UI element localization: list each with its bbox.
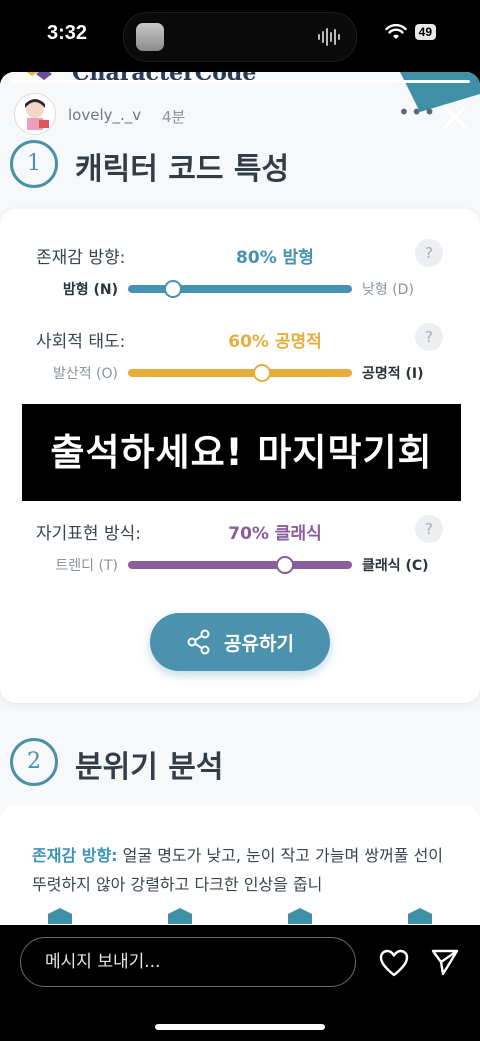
dynamic-island: [123, 12, 357, 62]
trait-left-pole: 밤형 (N): [62, 282, 118, 298]
trait-row-presence: 존재감 방향: 80% 밤형 ? 밤형 (N) 낮형 (D): [0, 239, 480, 313]
story-age: 4분: [162, 108, 186, 126]
share-button-label: 공유하기: [224, 632, 294, 655]
brand-name: CharacterCode: [72, 72, 257, 86]
overlay-banner: 출석하세요! 마지막기회: [22, 404, 461, 501]
audio-wave-icon: [318, 28, 340, 46]
slider-knob[interactable]: [163, 280, 182, 298]
more-options-icon[interactable]: •••: [398, 100, 436, 124]
share-button[interactable]: 공유하기: [150, 613, 330, 671]
reply-bar: 메시지 보내기...: [0, 925, 480, 1041]
trait-value: 70% 클래식: [228, 524, 322, 544]
trait-slider[interactable]: [128, 364, 352, 382]
trait-slider[interactable]: [128, 280, 352, 298]
analysis-key: 존재감 방향:: [32, 846, 118, 865]
heart-icon[interactable]: [379, 949, 409, 977]
trait-label: 사회적 태도:: [36, 332, 126, 352]
slider-knob[interactable]: [253, 364, 272, 382]
send-icon[interactable]: [430, 947, 460, 977]
trait-slider[interactable]: [128, 556, 352, 574]
story-progress-bar: [10, 80, 470, 83]
trait-label: 자기표현 방식:: [36, 524, 141, 544]
trait-row-social: 사회적 태도: 60% 공명적 ? 발산적 (O) 공명적 (I): [0, 323, 480, 397]
slider-knob[interactable]: [275, 556, 294, 574]
status-bar: 3:32 49: [0, 0, 480, 70]
section-number-badge: 1: [10, 140, 58, 188]
trait-value: 80% 밤형: [236, 248, 314, 268]
story-progress-fill: [10, 80, 470, 83]
trait-right-pole: 낮형 (D): [362, 282, 414, 298]
status-time: 3:32: [47, 22, 88, 44]
section-number-badge: 2: [10, 738, 58, 786]
help-icon[interactable]: ?: [415, 515, 443, 543]
decorative-hex-row: [0, 904, 480, 925]
share-icon: [187, 629, 210, 655]
site-header: CharacterCode: [0, 72, 480, 112]
trait-value: 60% 공명적: [228, 332, 322, 352]
battery-indicator: 49: [414, 24, 436, 40]
hexagon-icon: [408, 908, 432, 924]
hexagon-icon: [288, 908, 312, 924]
avatar[interactable]: [14, 93, 56, 135]
now-playing-app-icon: [136, 23, 164, 51]
avatar-illustration: [25, 99, 49, 130]
home-indicator: [155, 1024, 325, 1030]
trait-right-pole: 클래식 (C): [362, 558, 429, 574]
story-username[interactable]: lovely_._v: [68, 106, 141, 124]
story-viewer[interactable]: CharacterCode lovely_._v 4분 ••• 1 캐릭터 코드…: [0, 72, 480, 925]
trait-right-pole: 공명적 (I): [362, 366, 424, 382]
section-title: 캐릭터 코드 특성: [75, 152, 290, 187]
help-icon[interactable]: ?: [415, 239, 443, 267]
trait-left-pole: 트렌디 (T): [55, 558, 118, 574]
trait-left-pole: 발산적 (O): [52, 366, 118, 382]
message-input[interactable]: 메시지 보내기...: [20, 937, 356, 987]
trait-label: 존재감 방향:: [36, 248, 126, 268]
section-title: 분위기 분석: [75, 750, 224, 785]
hexagon-icon: [168, 908, 192, 924]
hexagon-icon: [48, 908, 72, 924]
wifi-icon: [384, 24, 407, 39]
trait-row-expression: 자기표현 방식: 70% 클래식 ? 트렌디 (T) 클래식 (C): [0, 515, 480, 589]
help-icon[interactable]: ?: [415, 323, 443, 351]
analysis-text: 존재감 방향: 얼굴 명도가 낮고, 눈이 작고 가늘며 쌍꺼풀 선이 뚜렷하지…: [32, 841, 462, 899]
close-icon[interactable]: [441, 103, 469, 131]
